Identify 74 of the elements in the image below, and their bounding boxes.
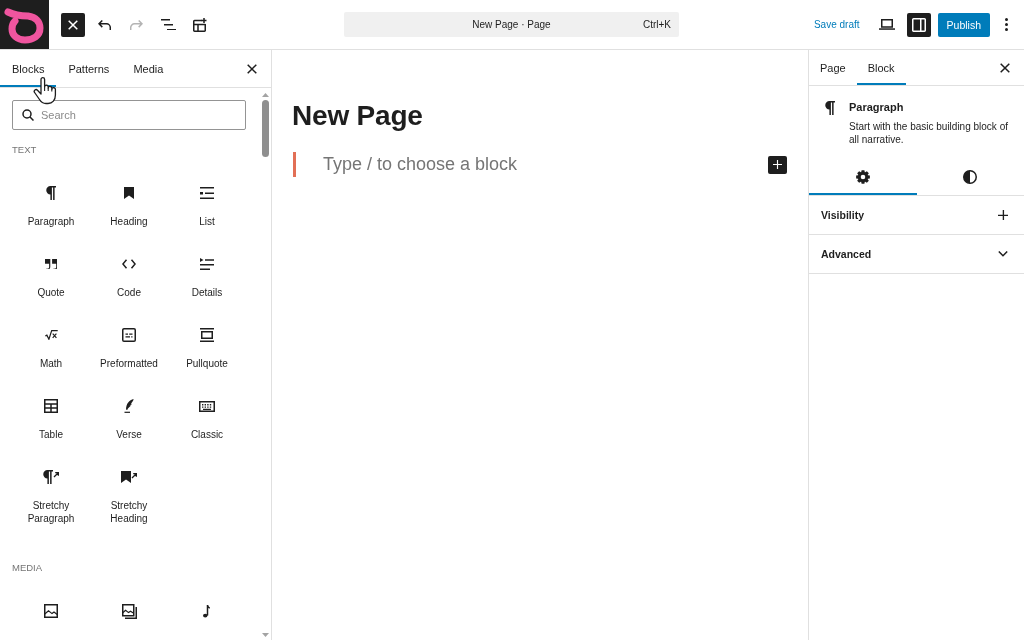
close-icon [247,63,257,74]
command-bar[interactable]: New Page · Page Ctrl+K [344,12,679,37]
redo-icon [129,19,143,30]
close-icon [68,19,78,30]
block-description: Start with the basic building block of all narrative. [849,120,1009,146]
block-item[interactable]: Quote [12,246,90,303]
settings-icon [855,169,870,184]
keyboard-icon [199,400,215,412]
image-icon [44,604,58,618]
quote-icon [45,258,57,270]
block-item[interactable]: Pullquote [168,317,246,374]
inserter-toggle-button[interactable] [61,12,85,37]
block-item[interactable]: Code [90,246,168,303]
save-draft-button[interactable]: Save draft [813,13,860,36]
inserter-tab[interactable]: Blocks [0,50,57,87]
bookmark-icon [124,187,134,199]
layout-add-icon [193,17,207,32]
disclosure-list-icon [200,258,214,270]
sidebar-tab[interactable]: Page [809,50,857,85]
inserter-tab[interactable]: Patterns [56,50,122,87]
table-icon [44,399,58,413]
section-heading: MEDIA [12,563,44,573]
scrollbar-thumb[interactable] [261,100,269,157]
block-title: Paragraph [849,100,905,114]
bookmark-arrow-icon [121,471,137,483]
hand-cursor-icon [33,77,57,105]
block-item[interactable]: Classic [168,388,246,445]
paragraph-input[interactable]: Type / to choose a block [323,154,760,175]
block-item[interactable]: Heading [90,175,168,232]
pilcrow-icon [46,186,56,200]
close-icon [1000,62,1010,73]
music-note-icon [203,604,211,618]
list-view-icon [160,18,176,31]
gallery-icon [121,603,137,619]
undo-icon [97,19,111,30]
block-item[interactable]: List [168,175,246,232]
sidebar-icon [911,17,926,32]
block-item[interactable]: Details [168,246,246,303]
page-title[interactable]: New Page [292,99,787,133]
panel-toggle[interactable]: Advanced [809,235,1024,273]
plus-icon [773,160,782,169]
selection-bar [293,152,296,177]
block-item[interactable]: Verse [90,388,168,445]
panel-title: Visibility [821,209,864,221]
pilcrow-icon [825,101,835,115]
square-root-icon [44,329,58,341]
contrast-icon [963,169,978,184]
block-item[interactable]: Table [12,388,90,445]
quill-icon [124,399,134,413]
logo-icon[interactable] [0,0,49,49]
pilcrow-arrow-icon [43,470,59,484]
add-block-button[interactable] [768,155,787,174]
block-item[interactable]: Stretchy Heading [90,459,168,529]
chevron-down-icon [998,251,1008,257]
laptop-icon [878,19,895,30]
publish-button[interactable]: Publish [937,12,990,37]
document-title: New Page · Page [472,19,551,30]
pullquote-icon [200,328,214,342]
section-heading: TEXT [12,145,38,155]
more-vertical-icon [1004,18,1008,31]
inserter-tab[interactable]: Media [121,50,176,87]
code-icon [122,259,136,269]
block-item[interactable]: Math [12,317,90,374]
settings-toggle-button[interactable] [906,12,931,37]
search-icon [22,109,34,121]
shortcut-label: Ctrl+K [642,19,671,30]
text-box-icon [122,328,136,342]
search-field[interactable]: Search [12,100,246,130]
block-item[interactable]: Preformatted [90,317,168,374]
block-item[interactable]: Stretchy Paragraph [12,459,90,529]
plus-icon [997,209,1009,221]
block-item[interactable]: Paragraph [12,175,90,232]
sidebar-tab[interactable]: Block [856,50,906,85]
list-icon [200,187,214,199]
